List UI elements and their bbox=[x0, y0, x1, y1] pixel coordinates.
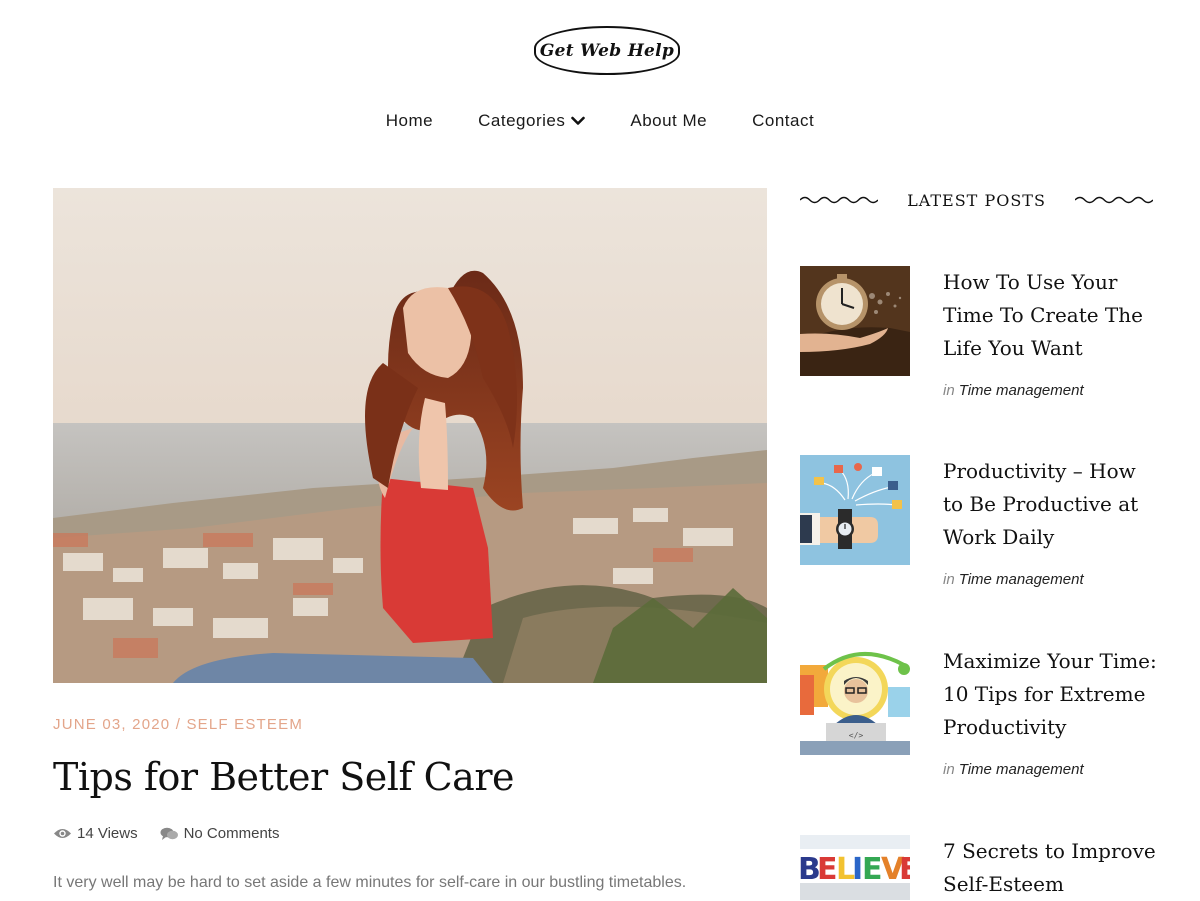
meta-separator: / bbox=[175, 716, 182, 733]
clock-in-hand-icon bbox=[800, 266, 910, 376]
latest-post-item: Productivity – How to Be Productive at W… bbox=[800, 455, 1160, 605]
main-nav: Home Categories About Me Contact bbox=[0, 111, 1200, 131]
svg-text:E: E bbox=[862, 852, 883, 887]
views-stat: 14 Views bbox=[53, 825, 138, 842]
svg-text:E: E bbox=[899, 852, 910, 887]
post-category: in Time management bbox=[943, 571, 1084, 588]
nav-home[interactable]: Home bbox=[386, 111, 433, 131]
eye-icon bbox=[54, 829, 71, 838]
post-category-link[interactable]: Time management bbox=[959, 382, 1084, 399]
nav-contact[interactable]: Contact bbox=[752, 111, 814, 131]
post-title[interactable]: How To Use Your Time To Create The Life … bbox=[943, 266, 1158, 365]
in-label: in bbox=[943, 571, 955, 588]
developer-clock-illustration-icon: </> bbox=[800, 645, 910, 755]
nav-categories-label: Categories bbox=[478, 111, 566, 130]
in-label: in bbox=[943, 761, 955, 778]
comments-icon bbox=[160, 827, 178, 840]
article-title[interactable]: Tips for Better Self Care bbox=[53, 755, 514, 799]
latest-post-item: </> Maximize Your Time: 10 Tips for Extr… bbox=[800, 645, 1160, 795]
wave-divider-left-icon bbox=[800, 196, 878, 204]
article-date[interactable]: JUNE 03, 2020 bbox=[53, 716, 170, 733]
site-logo[interactable]: Get Web Help bbox=[534, 26, 680, 75]
post-category: in Time management bbox=[943, 761, 1084, 778]
post-title[interactable]: 7 Secrets to Improve Self-Esteem bbox=[943, 835, 1158, 901]
post-category-link[interactable]: Time management bbox=[959, 571, 1084, 588]
post-thumbnail[interactable] bbox=[800, 266, 910, 376]
article-excerpt: It very well may be hard to set aside a … bbox=[53, 874, 687, 891]
latest-post-item: B E L I E V E 7 Secrets to Improve Self-… bbox=[800, 835, 1160, 900]
woman-on-hilltop-photo-icon bbox=[53, 188, 767, 683]
post-title[interactable]: Productivity – How to Be Productive at W… bbox=[943, 455, 1158, 554]
comments-stat[interactable]: No Comments bbox=[160, 825, 280, 842]
chevron-down-icon bbox=[571, 116, 586, 125]
latest-posts-label: LATEST POSTS bbox=[907, 190, 1046, 210]
nav-about[interactable]: About Me bbox=[630, 111, 707, 131]
post-category: in Time management bbox=[943, 382, 1084, 399]
svg-text:</>: </> bbox=[849, 731, 864, 740]
post-category-link[interactable]: Time management bbox=[959, 761, 1084, 778]
post-thumbnail[interactable] bbox=[800, 455, 910, 565]
views-count: 14 Views bbox=[77, 825, 138, 842]
comments-count: No Comments bbox=[183, 825, 280, 842]
post-title[interactable]: Maximize Your Time: 10 Tips for Extreme … bbox=[943, 645, 1158, 744]
article-stats: 14 Views No Comments bbox=[53, 825, 279, 842]
post-thumbnail[interactable]: B E L I E V E bbox=[800, 835, 910, 900]
in-label: in bbox=[943, 382, 955, 399]
wristwatch-illustration-icon bbox=[800, 455, 910, 565]
nav-categories[interactable]: Categories bbox=[478, 111, 586, 131]
logo-text: Get Web Help bbox=[539, 40, 675, 61]
believe-letters-photo-icon: B E L I E V E bbox=[800, 835, 910, 900]
article-meta: JUNE 03, 2020 / SELF ESTEEM bbox=[53, 716, 303, 733]
latest-posts-heading: LATEST POSTS bbox=[800, 188, 1153, 212]
latest-post-item: How To Use Your Time To Create The Life … bbox=[800, 266, 1160, 416]
wave-divider-right-icon bbox=[1074, 196, 1153, 204]
article-featured-image[interactable] bbox=[53, 188, 767, 683]
post-thumbnail[interactable]: </> bbox=[800, 645, 910, 755]
article-category[interactable]: SELF ESTEEM bbox=[186, 716, 303, 733]
svg-text:E: E bbox=[817, 852, 838, 887]
